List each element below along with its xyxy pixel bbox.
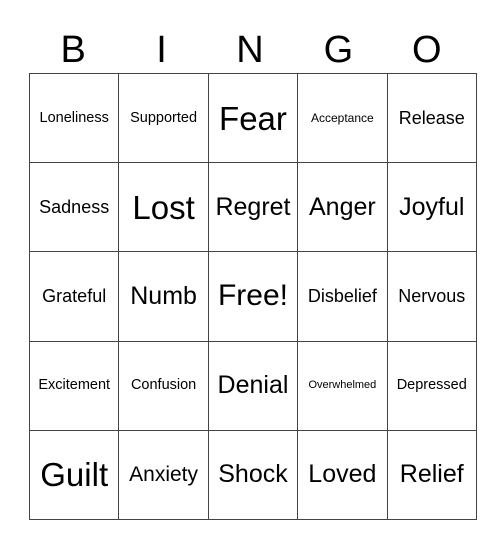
bingo-cell[interactable]: Loved bbox=[297, 429, 388, 520]
header-letter-g: G bbox=[323, 29, 354, 71]
bingo-cell[interactable]: Nervous bbox=[386, 251, 477, 342]
bingo-cell[interactable]: Anxiety bbox=[118, 429, 209, 520]
bingo-cell[interactable]: Grateful bbox=[28, 251, 120, 342]
bingo-cell[interactable]: Lost bbox=[118, 162, 209, 253]
grid-row: Sadness Lost Regret Anger Joyful bbox=[28, 162, 477, 253]
bingo-cell[interactable]: Denial bbox=[207, 340, 299, 431]
bingo-cell[interactable]: Relief bbox=[386, 429, 477, 520]
bingo-cell[interactable]: Sadness bbox=[28, 162, 120, 253]
bingo-cell[interactable]: Overwhelmed bbox=[297, 340, 388, 431]
bingo-cell[interactable]: Regret bbox=[207, 162, 299, 253]
bingo-cell[interactable]: Acceptance bbox=[297, 72, 388, 164]
grid-row: Grateful Numb Free! Disbelief Nervous bbox=[28, 251, 477, 342]
bingo-cell[interactable]: Fear bbox=[207, 72, 299, 164]
bingo-header: B I N G O bbox=[29, 28, 471, 72]
bingo-cell[interactable]: Release bbox=[386, 72, 477, 164]
grid-row: Guilt Anxiety Shock Loved Relief bbox=[28, 429, 477, 520]
header-letter-b: B bbox=[60, 29, 86, 71]
bingo-cell[interactable]: Numb bbox=[118, 251, 209, 342]
bingo-cell[interactable]: Disbelief bbox=[297, 251, 388, 342]
bingo-cell[interactable]: Supported bbox=[118, 72, 209, 164]
free-space-cell[interactable]: Free! bbox=[207, 251, 299, 342]
header-letter-i: I bbox=[156, 29, 167, 71]
bingo-cell[interactable]: Excitement bbox=[28, 340, 120, 431]
bingo-cell[interactable]: Confusion bbox=[118, 340, 209, 431]
grid-row: Loneliness Supported Fear Acceptance Rel… bbox=[28, 72, 477, 164]
bingo-cell[interactable]: Depressed bbox=[386, 340, 477, 431]
header-letter-n: N bbox=[236, 29, 264, 71]
bingo-cell[interactable]: Loneliness bbox=[28, 72, 120, 164]
bingo-cell[interactable]: Shock bbox=[207, 429, 299, 520]
bingo-cell[interactable]: Joyful bbox=[386, 162, 477, 253]
bingo-card-grid: Loneliness Supported Fear Acceptance Rel… bbox=[28, 72, 477, 520]
bingo-cell[interactable]: Guilt bbox=[28, 429, 120, 520]
grid-row: Excitement Confusion Denial Overwhelmed … bbox=[28, 340, 477, 431]
bingo-cell[interactable]: Anger bbox=[297, 162, 388, 253]
header-letter-o: O bbox=[411, 29, 442, 71]
